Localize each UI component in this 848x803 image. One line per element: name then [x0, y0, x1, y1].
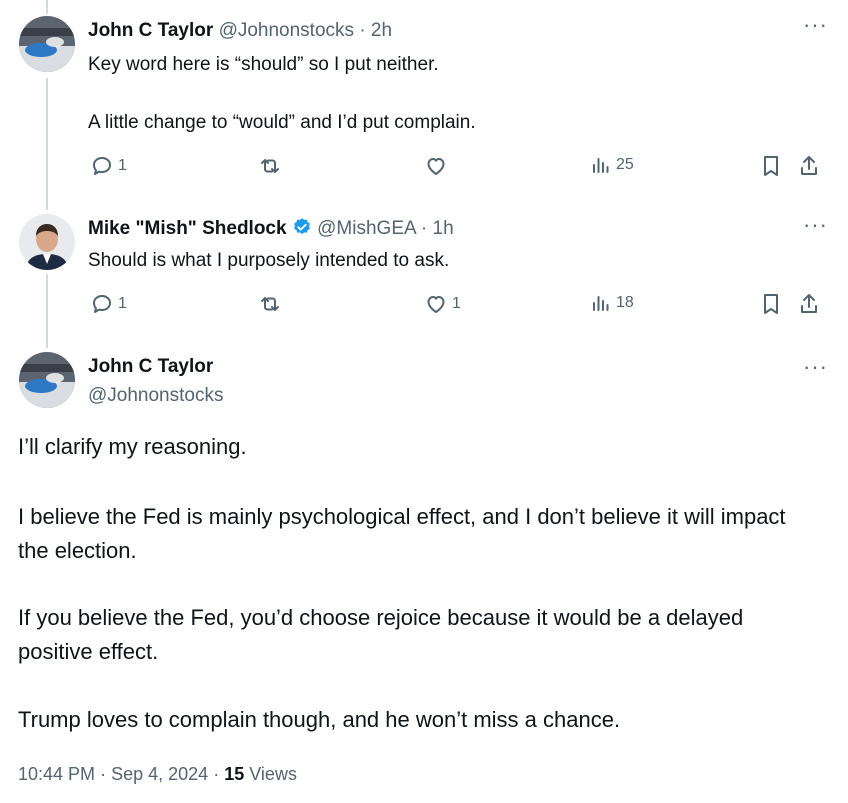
like-button[interactable]	[424, 154, 448, 178]
author-name[interactable]: Mike "Mish" Shedlock	[88, 218, 287, 239]
bookmark-icon	[764, 156, 778, 176]
tweet-metadata: 10:44 PM · Sep 4, 2024 · 15 Views	[18, 764, 297, 785]
views-button[interactable]: 25	[590, 154, 634, 176]
like-button[interactable]: 1	[424, 292, 461, 316]
reply-count: 1	[118, 295, 127, 312]
verified-badge-icon	[293, 218, 310, 235]
views-count: 25	[616, 156, 634, 173]
tweet-paragraph: If you believe the Fed, you’d choose rej…	[18, 605, 744, 664]
avatar[interactable]	[19, 214, 75, 270]
separator-dot: ·	[359, 20, 366, 41]
analytics-icon	[593, 296, 609, 311]
avatar[interactable]	[19, 352, 75, 408]
separator-dot: ·	[420, 218, 428, 239]
views-label: Views	[249, 764, 297, 784]
avatar[interactable]	[19, 16, 75, 72]
author-handle[interactable]: @Johnonstocks	[88, 385, 223, 407]
tweet-time[interactable]: 2h	[371, 20, 392, 41]
tweet-timestamp[interactable]: 10:44 PM	[18, 764, 95, 784]
reply-icon	[93, 295, 111, 313]
separator-dot: ·	[213, 764, 220, 784]
heart-icon	[427, 158, 445, 175]
tweet-text-line: Key word here is “should” so I put neith…	[88, 54, 439, 75]
author-name[interactable]: John C Taylor	[88, 356, 213, 378]
tweet-paragraph: Trump loves to complain though, and he w…	[18, 707, 621, 732]
bookmark-button[interactable]	[760, 154, 782, 178]
tweet-header: Mike "Mish" Shedlock @MishGEA · 1h	[88, 217, 454, 240]
share-button[interactable]	[798, 292, 820, 316]
views-count: 15	[224, 764, 245, 784]
tweet-text-line: Should is what I purposely intended to a…	[88, 250, 450, 271]
reply-button[interactable]: 1	[90, 154, 127, 178]
bookmark-button[interactable]	[760, 292, 782, 316]
like-count: 1	[452, 295, 461, 312]
bookmark-icon	[764, 294, 778, 314]
tweet-date[interactable]: Sep 4, 2024	[111, 764, 208, 784]
tweet-actions: 1 1 18	[88, 292, 828, 320]
more-options-icon[interactable]: ···	[803, 14, 828, 36]
views-count: 18	[616, 294, 634, 311]
analytics-icon	[593, 158, 609, 173]
author-handle[interactable]: @MishGEA	[317, 218, 415, 239]
tweet-time[interactable]: 1h	[433, 218, 454, 239]
retweet-button[interactable]	[258, 154, 282, 178]
views-button[interactable]: 18	[590, 292, 634, 314]
share-icon	[801, 156, 817, 175]
reply-button[interactable]: 1	[90, 292, 127, 316]
heart-icon	[427, 296, 445, 313]
author-handle[interactable]: @Johnonstocks	[219, 20, 354, 41]
author-name-text: John C Taylor	[88, 356, 214, 377]
thread-line-1	[46, 78, 48, 210]
share-button[interactable]	[798, 154, 820, 178]
thread-line-2	[46, 274, 48, 348]
tweet-text-line: A little change to “would” and I’d put c…	[88, 112, 476, 133]
tweet-paragraph: I believe the Fed is mainly psychologica…	[18, 504, 786, 563]
separator-dot: ·	[100, 764, 107, 784]
author-name[interactable]: John C Taylor	[88, 20, 213, 41]
reply-count: 1	[118, 157, 127, 174]
reply-icon	[93, 157, 111, 175]
share-icon	[801, 294, 817, 313]
tweet-header: John C Taylor @Johnonstocks · 2h	[88, 20, 392, 42]
retweet-button[interactable]	[258, 292, 282, 316]
thread-line-top	[46, 0, 48, 14]
more-options-icon[interactable]: ···	[803, 214, 828, 236]
retweet-icon	[261, 159, 279, 173]
tweet-actions: 1 25	[88, 154, 828, 182]
retweet-icon	[261, 297, 279, 311]
tweet-paragraph: I’ll clarify my reasoning.	[18, 434, 247, 459]
more-options-icon[interactable]: ···	[803, 356, 828, 378]
